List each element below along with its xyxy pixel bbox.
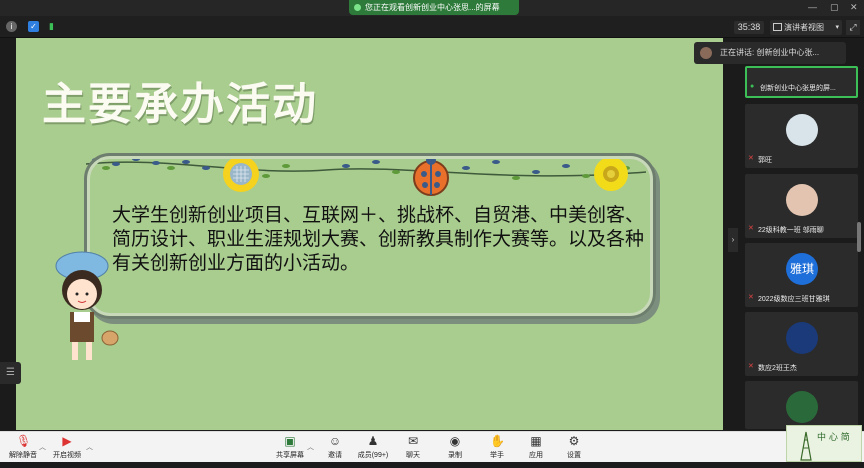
mic-muted-icon: ✕ bbox=[748, 294, 754, 301]
panel-scrollbar[interactable] bbox=[857, 222, 861, 252]
chat-button[interactable]: ✉ 聊天 bbox=[390, 434, 436, 460]
meeting-toolbar: i ✓ ▮ 35:38 演讲者视图 ▾ ⤢ bbox=[0, 16, 864, 38]
tower-logo-icon: 中 心 简 bbox=[800, 431, 850, 461]
meeting-controls: 🎙 解除静音 ︿ ▶ 开启视频 ︿ ▣ 共享屏幕 ︿ ☺ 邀请 ♟ 成员(99+… bbox=[0, 431, 864, 462]
settings-button[interactable]: ⚙ 设置 bbox=[551, 434, 597, 460]
participant-tile[interactable]: ✕ 22级科教一班 邬雨聊 bbox=[745, 174, 858, 238]
chat-icon: ✉ bbox=[407, 434, 419, 448]
watermark-logo: 中 心 简 bbox=[786, 425, 862, 462]
mic-muted-icon: 🎙 bbox=[16, 434, 32, 448]
record-label: 录制 bbox=[448, 452, 462, 459]
share-screen-icon: ▣ bbox=[284, 434, 296, 448]
chevron-down-icon: ▾ bbox=[835, 24, 839, 31]
side-panel-toggle[interactable]: ☰ bbox=[0, 362, 21, 384]
meeting-timer: 35:38 bbox=[734, 21, 764, 34]
logo-text: 中 心 简 bbox=[817, 431, 850, 443]
avatar bbox=[786, 114, 818, 146]
participant-name: ✕ 郭旺 bbox=[748, 155, 772, 164]
members-label: 成员(99+) bbox=[357, 452, 389, 459]
apps-icon: ▦ bbox=[530, 434, 542, 448]
share-notice-text: 您正在观看创新创业中心张思...的屏幕 bbox=[365, 3, 500, 12]
invite-label: 邀请 bbox=[328, 452, 342, 459]
participant-tile[interactable]: ✕ 郭旺 bbox=[745, 104, 858, 168]
maximize-icon[interactable]: ▢ bbox=[830, 2, 839, 13]
collapse-panel-button[interactable]: › bbox=[728, 228, 738, 252]
slide-title: 主要承办活动 bbox=[42, 80, 318, 129]
close-icon[interactable]: ✕ bbox=[850, 2, 858, 13]
participant-tile[interactable] bbox=[745, 381, 858, 429]
participant-tile[interactable]: 雅琪 ✕ 2022级数应三班甘雅琪 bbox=[745, 243, 858, 307]
window-titlebar: 您正在观看创新创业中心张思...的屏幕 — ▢ ✕ bbox=[0, 0, 864, 16]
view-mode-button[interactable]: 演讲者视图 ▾ bbox=[770, 20, 842, 35]
chat-label: 聊天 bbox=[406, 452, 420, 459]
shield-icon[interactable]: ✓ bbox=[28, 21, 39, 32]
mic-muted-icon: ✕ bbox=[748, 363, 754, 370]
avatar bbox=[786, 322, 818, 354]
avatar bbox=[786, 184, 818, 216]
add-user-icon: ☺ bbox=[328, 434, 342, 448]
participant-name: ✕ 22级科教一班 邬雨聊 bbox=[748, 225, 824, 234]
participant-tile[interactable]: ● 创新创业中心张思的屏... bbox=[745, 66, 858, 98]
mic-icon: ● bbox=[750, 83, 755, 90]
signal-icon[interactable]: ▮ bbox=[46, 21, 57, 32]
avatar bbox=[700, 47, 712, 59]
share-status-dot bbox=[354, 4, 361, 11]
active-speaker-banner: 正在讲话: 创新创业中心张... bbox=[694, 42, 846, 64]
avatar bbox=[786, 391, 818, 423]
info-icon[interactable]: i bbox=[6, 21, 17, 32]
fullscreen-button[interactable]: ⤢ bbox=[846, 20, 860, 35]
settings-label: 设置 bbox=[567, 452, 581, 459]
share-screen-label: 共享屏幕 bbox=[276, 452, 304, 459]
screen-share-notice[interactable]: 您正在观看创新创业中心张思...的屏幕 bbox=[349, 0, 519, 15]
slide-body-text: 大学生创新创业项目、互联网＋、挑战杯、自贸港、中美创客、简历设计、职业生涯规划大… bbox=[112, 205, 645, 274]
start-video-label: 开启视频 bbox=[53, 452, 81, 459]
mic-muted-icon: ✕ bbox=[748, 225, 754, 232]
shared-screen-slide: 主要承办活动 大学生创新创业项目、互联网＋、挑战杯、自贸港、中美创客、简历设计、… bbox=[16, 38, 723, 430]
participant-name: ● 创新创业中心张思的屏... bbox=[750, 83, 836, 92]
members-icon: ♟ bbox=[367, 434, 379, 448]
hand-icon: ✋ bbox=[490, 434, 505, 448]
raise-hand-label: 举手 bbox=[490, 452, 504, 459]
cartoon-girl-illustration bbox=[55, 251, 119, 360]
view-mode-label: 演讲者视图 bbox=[784, 23, 824, 32]
mic-muted-icon: ✕ bbox=[748, 155, 754, 162]
participant-name: ✕ 数应2班王杰 bbox=[748, 363, 797, 372]
active-speaker-label: 正在讲话: 创新创业中心张... bbox=[720, 48, 820, 57]
camera-off-icon: ▶ bbox=[62, 434, 72, 448]
apps-label: 应用 bbox=[529, 452, 543, 459]
grid-view-icon bbox=[773, 23, 782, 31]
participant-name: ✕ 2022级数应三班甘雅琪 bbox=[748, 294, 830, 303]
gear-icon: ⚙ bbox=[568, 434, 580, 448]
chevron-up-icon[interactable]: ︿ bbox=[86, 442, 93, 452]
start-video-button[interactable]: ▶ 开启视频 bbox=[44, 434, 90, 460]
avatar: 雅琪 bbox=[786, 253, 818, 285]
record-button[interactable]: ◉ 录制 bbox=[432, 434, 478, 460]
unmute-label: 解除静音 bbox=[9, 452, 37, 459]
record-icon: ◉ bbox=[449, 434, 461, 448]
minimize-icon[interactable]: — bbox=[808, 2, 817, 12]
participant-tile[interactable]: ✕ 数应2班王杰 bbox=[745, 312, 858, 376]
